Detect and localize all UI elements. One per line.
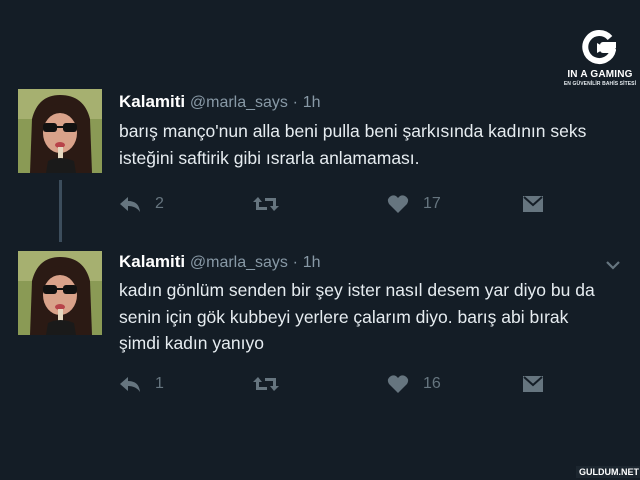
profile-photo bbox=[18, 89, 102, 173]
retweet-button[interactable] bbox=[252, 192, 280, 216]
reply-icon bbox=[120, 197, 140, 212]
separator-dot: · bbox=[292, 94, 298, 111]
g-logo-icon bbox=[582, 30, 616, 65]
retweet-button[interactable] bbox=[252, 372, 280, 396]
like-count: 17 bbox=[423, 195, 441, 212]
retweet-icon bbox=[253, 377, 279, 391]
envelope-icon bbox=[523, 196, 543, 212]
reply-button[interactable]: 1 bbox=[119, 372, 164, 396]
heart-icon bbox=[387, 375, 409, 393]
profile-photo bbox=[18, 251, 102, 335]
reply-button[interactable]: 2 bbox=[119, 192, 164, 216]
author-name[interactable]: Kalamiti bbox=[119, 92, 185, 111]
logo-subtitle: EN GÜVENİLİR BAHİS SİTESİ bbox=[563, 81, 637, 87]
avatar[interactable] bbox=[18, 89, 102, 173]
tweet-time[interactable]: 1h bbox=[303, 254, 321, 271]
like-button[interactable]: 17 bbox=[387, 192, 441, 216]
reply-count: 2 bbox=[155, 195, 164, 212]
reply-icon bbox=[120, 377, 140, 392]
logo-name: IN A GAMING bbox=[567, 69, 633, 80]
like-button[interactable]: 16 bbox=[387, 372, 441, 396]
message-button[interactable] bbox=[522, 372, 544, 396]
message-button[interactable] bbox=[522, 192, 544, 216]
envelope-icon bbox=[523, 376, 543, 392]
reply-count: 1 bbox=[155, 375, 164, 392]
separator-dot: · bbox=[292, 254, 298, 271]
author-handle[interactable]: @marla_says bbox=[190, 254, 288, 271]
brand-logo: IN A GAMING EN GÜVENİLİR BAHİS SİTESİ bbox=[560, 30, 640, 87]
author-handle[interactable]: @marla_says bbox=[190, 94, 288, 111]
author-name[interactable]: Kalamiti bbox=[119, 252, 185, 271]
chevron-down-icon[interactable] bbox=[605, 259, 621, 271]
thread-connector-line bbox=[59, 180, 62, 242]
tweet-header: Kalamiti @marla_says · 1h bbox=[119, 252, 321, 272]
heart-icon bbox=[387, 195, 409, 213]
retweet-icon bbox=[253, 197, 279, 211]
avatar[interactable] bbox=[18, 251, 102, 335]
like-count: 16 bbox=[423, 375, 441, 392]
tweet-text: kadın gönlüm senden bir şey ister nasıl … bbox=[119, 280, 595, 353]
tweet-header: Kalamiti @marla_says · 1h bbox=[119, 92, 321, 112]
tweet-text: barış manço'nun alla beni pulla beni şar… bbox=[119, 121, 587, 168]
site-watermark: GULDUM.NET bbox=[576, 466, 640, 478]
tweet-time[interactable]: 1h bbox=[303, 94, 321, 111]
